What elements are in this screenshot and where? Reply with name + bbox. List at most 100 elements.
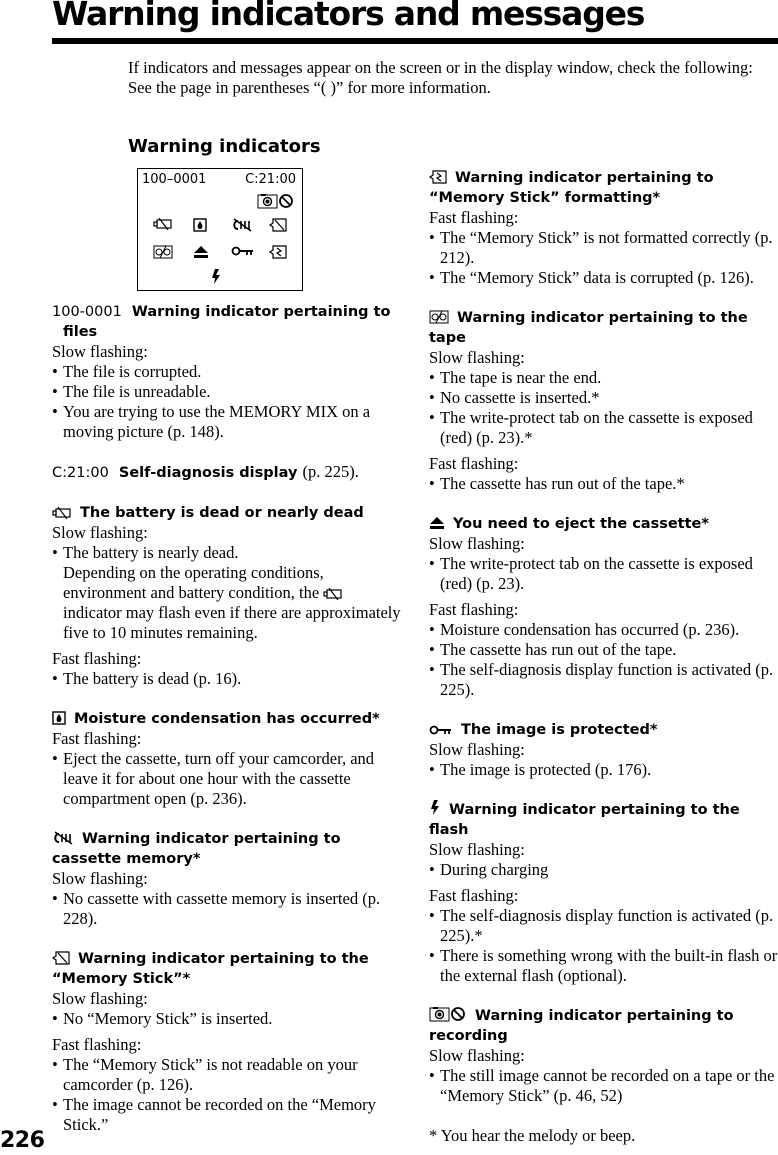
flash-group: Slow flashing:During charging [429, 840, 778, 880]
indicator-code: C:21:00 [52, 465, 109, 481]
flash-speed-label: Slow flashing: [429, 1046, 525, 1065]
warning-title: Warning indicator pertaining to “Memory … [429, 168, 778, 208]
cause-item: The image is protected (p. 176). [429, 760, 778, 780]
warning-title-text: Warning indicator pertaining to the flas… [429, 802, 740, 838]
cause-list: The image is protected (p. 176). [429, 760, 778, 780]
flash-group: Slow flashing:The file is corrupted.The … [52, 342, 402, 442]
warning-section: Warning indicator pertaining to the flas… [429, 800, 778, 986]
cause-list: The cassette has run out of the tape.* [429, 474, 778, 494]
warning-title-text: Warning indicator pertaining to the tape [429, 310, 748, 346]
flash-group: Fast flashing:The self-diagnosis display… [429, 886, 778, 986]
flash-group: Slow flashing:The battery is nearly dead… [52, 523, 402, 643]
cause-text: The battery is dead (p. 16). [63, 669, 242, 688]
flash-speed-label: Fast flashing: [429, 886, 519, 905]
cause-text: The cassette has run out of the tape.* [440, 474, 685, 493]
cause-list: The self-diagnosis display function is a… [429, 906, 778, 986]
warning-section: You need to eject the cassette* Slow flas… [429, 514, 778, 700]
indicator-code: 100-0001 [52, 304, 122, 320]
cause-list: Moisture condensation has occurred (p. 2… [429, 620, 778, 700]
battery-dead-icon [153, 218, 175, 234]
warning-title: 100-0001 Warning indicator pertaining to… [52, 302, 402, 342]
cause-note: indicator may flash even if there are ap… [63, 603, 401, 642]
warning-title-text: Self-diagnosis display [118, 465, 298, 481]
warning-section: The battery is dead or nearly dead Slow f… [52, 503, 402, 689]
cause-note: Depending on the operating conditions, e… [63, 563, 324, 602]
flash-group: Fast flashing:The “Memory Stick” is not … [429, 208, 778, 288]
cause-text: Moisture condensation has occurred (p. 2… [440, 620, 740, 639]
warning-title-text: Warning indicator pertaining to the “Mem… [52, 951, 369, 987]
flash-speed-label: Slow flashing: [52, 342, 148, 361]
warning-section: The image is protected* Slow flashing:The… [429, 720, 778, 780]
tape-icon [153, 245, 175, 261]
cause-list: The tape is near the end.No cassette is … [429, 368, 778, 448]
cause-list: The battery is dead (p. 16). [52, 669, 402, 689]
cause-list: The battery is nearly dead.Depending on … [52, 543, 402, 643]
flash-speed-label: Fast flashing: [429, 454, 519, 473]
cause-item: No cassette is inserted.* [429, 388, 778, 408]
intro-line: If indicators and messages appear on the… [128, 58, 753, 77]
flash-icon [429, 800, 441, 816]
warning-title-text: Warning indicator pertaining to recordin… [429, 1008, 734, 1044]
cause-item: The cassette has run out of the tape.* [429, 474, 778, 494]
warning-section: Moisture condensation has occurred* Fast … [52, 709, 402, 809]
cause-text: The write-protect tab on the cassette is… [440, 554, 753, 593]
warning-title: Warning indicator pertaining to the flas… [429, 800, 778, 840]
warning-title: Warning indicator pertaining to the tape [429, 308, 778, 348]
flash-group: Slow flashing:No “Memory Stick” is inser… [52, 989, 402, 1029]
cause-text: The write-protect tab on the cassette is… [440, 408, 753, 447]
cause-text: The “Memory Stick” is not readable on yo… [63, 1055, 358, 1094]
cause-list: Eject the cassette, turn off your camcor… [52, 749, 402, 809]
cause-list: The “Memory Stick” is not formatted corr… [429, 228, 778, 288]
cause-text: The file is corrupted. [63, 362, 202, 381]
cause-item: The self-diagnosis display function is a… [429, 660, 778, 700]
warning-title: Warning indicator pertaining to the “Mem… [52, 949, 402, 989]
cause-item: During charging [429, 860, 778, 880]
warning-title-text: Moisture condensation has occurred* [74, 711, 380, 727]
cause-list: The write-protect tab on the cassette is… [429, 554, 778, 594]
intro-text: If indicators and messages appear on the… [128, 58, 768, 98]
cause-item: The “Memory Stick” is not readable on yo… [52, 1055, 402, 1095]
cause-text: The “Memory Stick” is not formatted corr… [440, 228, 773, 267]
warning-title: Moisture condensation has occurred* [52, 709, 402, 729]
cause-item: The write-protect tab on the cassette is… [429, 554, 778, 594]
cause-item: The file is unreadable. [52, 382, 402, 402]
tape-icon [429, 310, 449, 324]
cause-text: There is something wrong with the built-… [440, 946, 778, 985]
cause-text: The “Memory Stick” data is corrupted (p.… [440, 268, 754, 287]
flash-speed-label: Slow flashing: [429, 740, 525, 759]
section-heading: Warning indicators [128, 136, 321, 157]
flash-speed-label: Slow flashing: [52, 989, 148, 1008]
flash-speed-label: Slow flashing: [429, 534, 525, 553]
flash-group: Fast flashing:Moisture condensation has … [429, 600, 778, 700]
cassette-memory-icon [231, 218, 253, 234]
warning-title-text: You need to eject the cassette* [453, 516, 709, 532]
warning-title-text: The image is protected* [461, 722, 658, 738]
cause-item: Moisture condensation has occurred (p. 2… [429, 620, 778, 640]
cause-item: No “Memory Stick” is inserted. [52, 1009, 402, 1029]
flash-speed-label: Slow flashing: [52, 523, 148, 542]
cause-list: No cassette with cassette memory is inse… [52, 889, 402, 929]
footnote: * You hear the melody or beep. [429, 1126, 636, 1145]
cause-item: There is something wrong with the built-… [429, 946, 778, 986]
flash-speed-label: Slow flashing: [52, 869, 148, 888]
cause-text: No cassette is inserted.* [440, 388, 600, 407]
eject-icon [193, 245, 215, 261]
cause-item: The “Memory Stick” is not formatted corr… [429, 228, 778, 268]
eject-icon [429, 516, 445, 530]
cause-list: The still image cannot be recorded on a … [429, 1066, 778, 1106]
intro-line: See the page in parentheses “( )” for mo… [128, 78, 491, 97]
warning-section: Warning indicator pertaining to recordin… [429, 1006, 778, 1106]
memory-stick-format-icon [429, 170, 447, 184]
warning-title: Warning indicator pertaining to cassette… [52, 829, 402, 869]
flash-speed-label: Fast flashing: [52, 649, 142, 668]
cause-list: No “Memory Stick” is inserted. [52, 1009, 402, 1029]
cause-text: The self-diagnosis display function is a… [440, 660, 774, 699]
title-rule [52, 38, 778, 44]
warning-title: The image is protected* [429, 720, 778, 740]
cause-list: During charging [429, 860, 778, 880]
cause-text: The self-diagnosis display function is a… [440, 906, 774, 945]
flash-speed-label: Fast flashing: [52, 1035, 142, 1054]
warning-section: C:21:00 Self-diagnosis display (p. 225). [52, 462, 402, 483]
flash-speed-label: Fast flashing: [52, 729, 142, 748]
cause-item: The tape is near the end. [429, 368, 778, 388]
